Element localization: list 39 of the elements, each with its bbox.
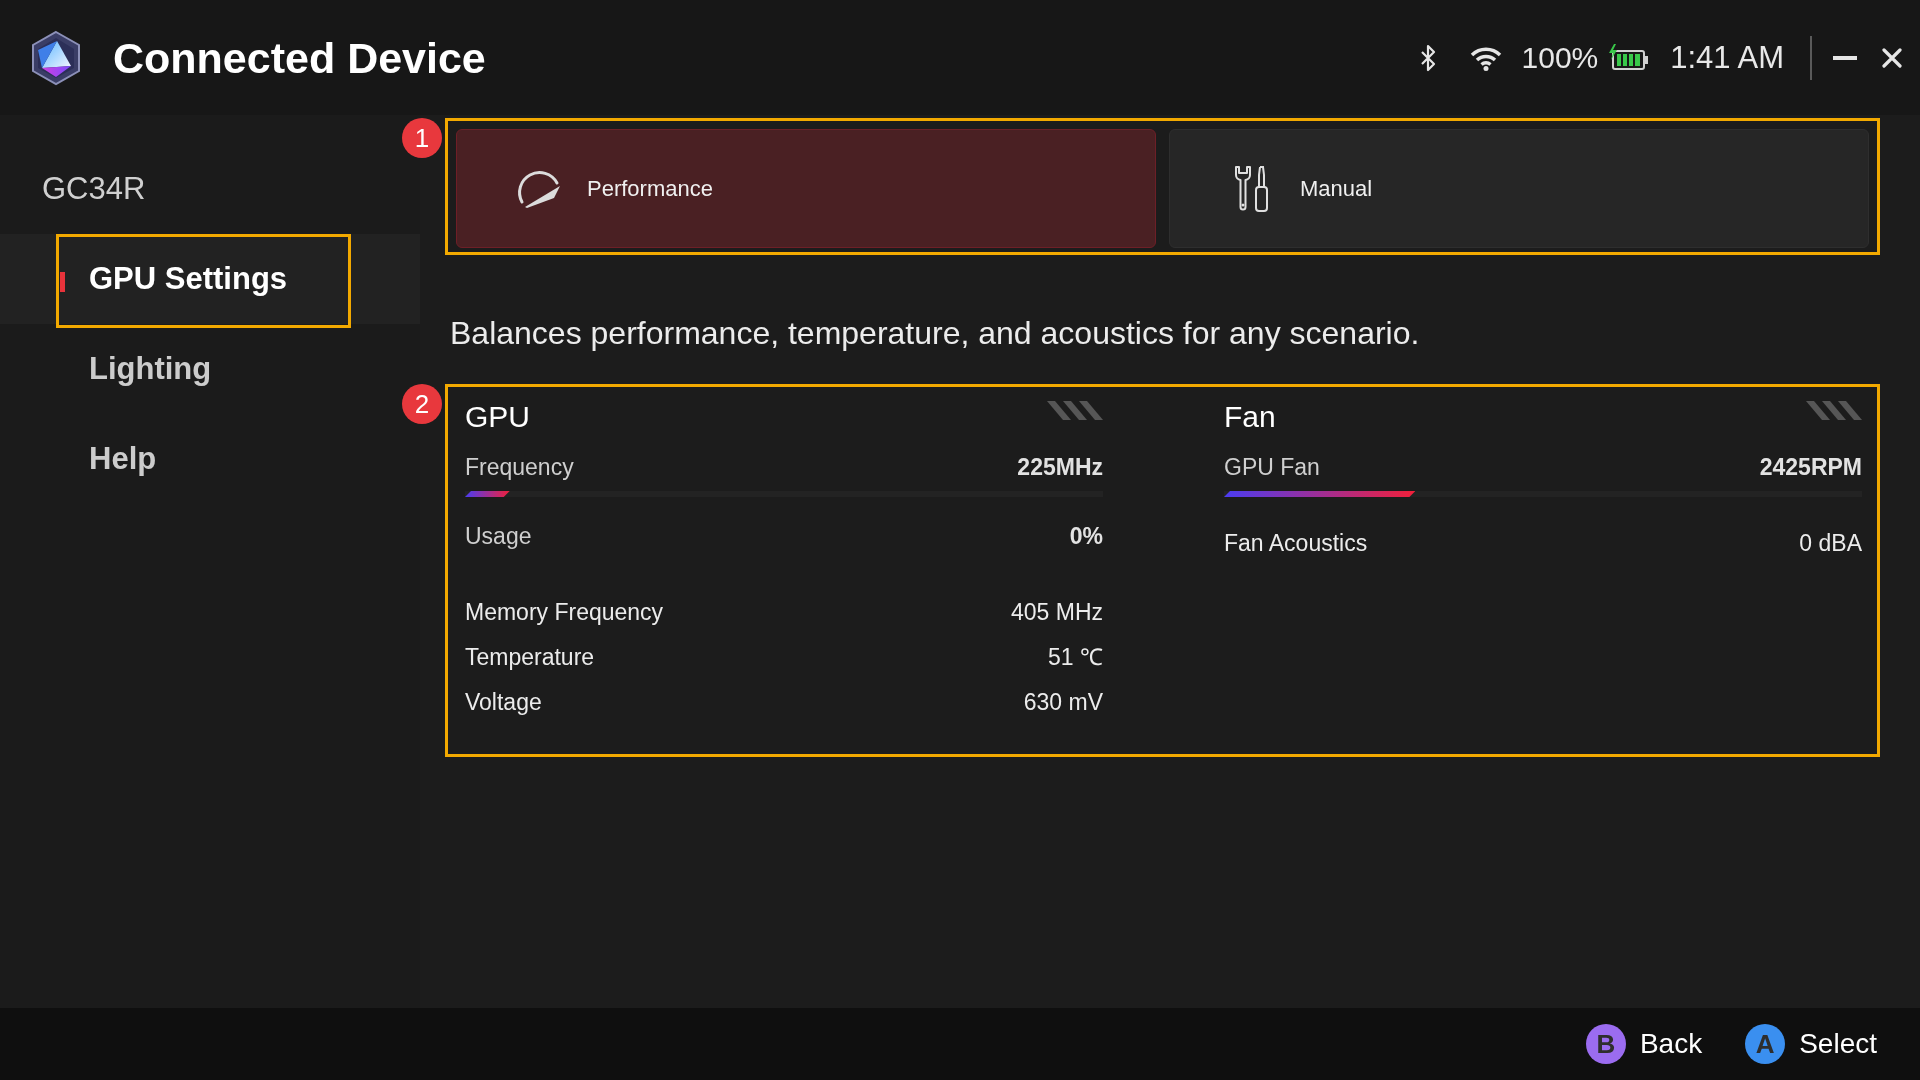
stat-value: 0% [1069,521,1103,551]
wrench-screwdriver-icon [1233,164,1271,213]
clock-time: 1:41 AM [1670,39,1784,76]
stat-label: Frequency [465,452,574,482]
stat-label: Fan Acoustics [1224,529,1368,559]
callout-number: 2 [402,384,442,424]
hint-action[interactable]: Back [1639,1026,1703,1062]
stat-value: 51 ℃ [1048,643,1103,673]
diagonal-stripes-icon [1047,401,1103,420]
panel-title: Fan [1224,399,1276,435]
stat-label: Usage [465,521,532,551]
stat-label: Temperature [465,643,595,673]
device-name: GC34R [41,170,147,208]
bluetooth-icon [1419,42,1436,73]
battery-percentage: 100% [1521,39,1599,76]
stat-value: 630 mV [1023,688,1103,718]
mode-tab[interactable]: Performance [456,129,1156,248]
window-title: Connected Device [113,32,486,83]
selection-bar-icon [60,272,65,292]
stat-value: 2425RPM [1759,452,1862,482]
close-icon[interactable] [1882,47,1902,68]
stat-value: 225MHz [1017,452,1103,482]
charging-battery-icon [1608,43,1651,72]
panel-title: GPU [465,399,530,435]
gamepad-key: A [1745,1024,1786,1064]
app-logo-icon [30,29,82,86]
gamepad-key: B [1585,1024,1626,1064]
diagonal-stripes-icon [1806,401,1862,420]
stat-label: GPU Fan [1224,452,1320,482]
callout-number: 1 [402,118,442,158]
stat-label: Memory Frequency [465,598,664,628]
hint-action[interactable]: Select [1799,1026,1877,1062]
mode-description: Balances performance, temperature, and acoustics for any scenario. [450,314,1421,353]
minimize-icon[interactable] [1833,55,1857,60]
sidebar-item[interactable]: GPU Settings [0,234,420,324]
stat-value: 405 MHz [1010,598,1103,628]
stat-value: 0 dBA [1799,529,1862,559]
mode-tab[interactable]: Manual [1169,129,1869,248]
stat-label: Voltage [465,688,542,718]
